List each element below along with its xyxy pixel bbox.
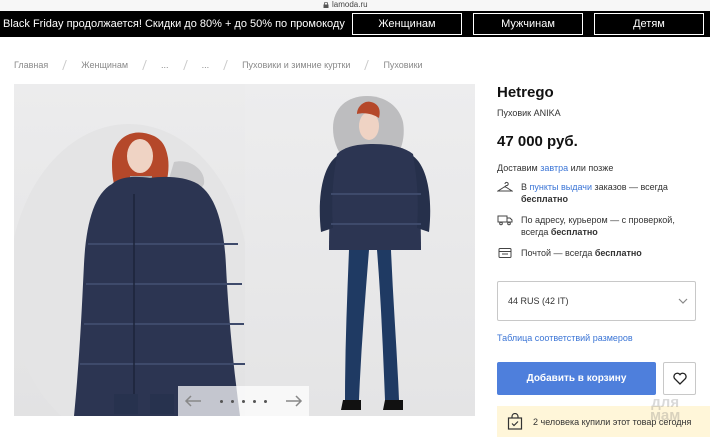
breadcrumb-separator: [364, 60, 370, 70]
breadcrumb-separator: [142, 60, 147, 70]
hanger-icon: [497, 181, 513, 192]
product-gallery[interactable]: [14, 84, 475, 416]
size-table-link[interactable]: Таблица соответствий размеров: [497, 333, 633, 343]
product-model: Пуховик ANIKA: [497, 108, 561, 118]
delivery-date-link[interactable]: завтра: [540, 163, 568, 173]
prev-arrow-icon[interactable]: [184, 394, 202, 408]
delivery-prefix: Доставим: [497, 163, 541, 173]
product-photo-side[interactable]: [245, 84, 475, 416]
size-selected-value: 44 RUS (42 IT): [508, 296, 569, 306]
lock-icon: [323, 2, 329, 8]
browser-address-bar[interactable]: lamoda.ru: [0, 0, 710, 11]
product-price: 47 000 руб.: [497, 133, 578, 150]
shopping-bag-check-icon: [507, 413, 523, 430]
truck-icon: [497, 215, 513, 226]
watermark-line-2: мам: [650, 407, 681, 424]
slide-dot[interactable]: [220, 399, 223, 403]
model-front-illustration: [14, 124, 245, 416]
breadcrumb-separator: [182, 60, 188, 70]
model-side-illustration: [319, 96, 431, 410]
post-text: Почтой — всегда: [521, 248, 595, 258]
breadcrumb-women[interactable]: Женщинам: [81, 60, 128, 70]
nav-women-button[interactable]: Женщинам: [352, 13, 462, 35]
nav-men-button[interactable]: Мужчинам: [473, 13, 583, 35]
promo-banner: Black Friday продолжается! Скидки до 80%…: [0, 11, 710, 37]
favorite-button[interactable]: [663, 362, 696, 395]
heart-icon: [672, 372, 687, 385]
courier-free: бесплатно: [550, 227, 598, 237]
slide-dot[interactable]: [242, 399, 245, 403]
breadcrumb-down-jackets[interactable]: Пуховики: [383, 60, 422, 70]
delivery-suffix: или позже: [568, 163, 614, 173]
breadcrumb-collapsed-2[interactable]: ...: [202, 60, 210, 70]
chevron-down-icon: [678, 298, 688, 304]
slide-dot[interactable]: [231, 399, 234, 403]
mailbox-icon: [498, 248, 512, 258]
pickup-pre: В: [521, 182, 530, 192]
breadcrumb-separator: [223, 60, 228, 70]
add-to-cart-button[interactable]: Добавить в корзину: [497, 362, 656, 395]
slide-dots: [220, 399, 267, 403]
delivery-option-courier: По адресу, курьером — с проверкой, всегд…: [497, 214, 687, 238]
delivery-summary: Доставим завтра или позже: [497, 163, 613, 173]
breadcrumb-winter-jackets[interactable]: Пуховики и зимние куртки: [242, 60, 350, 70]
delivery-option-post: Почтой — всегда бесплатно: [497, 247, 687, 259]
gallery-slider-controls: [178, 386, 309, 416]
size-select[interactable]: 44 RUS (42 IT): [497, 281, 696, 321]
nav-kids-button[interactable]: Детям: [594, 13, 704, 35]
pickup-mid: заказов — всегда: [592, 182, 668, 192]
slide-dot[interactable]: [253, 399, 256, 403]
breadcrumb-collapsed-1[interactable]: ...: [161, 60, 169, 70]
url-text: lamoda.ru: [332, 0, 368, 9]
breadcrumb: Главная Женщинам ... ... Пуховики и зимн…: [14, 58, 423, 72]
promo-text[interactable]: Black Friday продолжается! Скидки до 80%…: [3, 18, 345, 31]
breadcrumb-home[interactable]: Главная: [14, 60, 48, 70]
breadcrumb-separator: [62, 60, 68, 70]
watermark: для мам: [650, 395, 681, 424]
pickup-free: бесплатно: [521, 194, 568, 204]
product-photo-front[interactable]: [14, 84, 245, 416]
pickup-points-link[interactable]: пункты выдачи: [530, 182, 593, 192]
product-brand[interactable]: Hetrego: [497, 84, 554, 101]
post-free: бесплатно: [594, 248, 642, 258]
next-arrow-icon[interactable]: [285, 394, 303, 408]
delivery-option-pickup: В пункты выдачи заказов — всегда бесплат…: [497, 181, 687, 205]
slide-dot[interactable]: [264, 399, 267, 403]
